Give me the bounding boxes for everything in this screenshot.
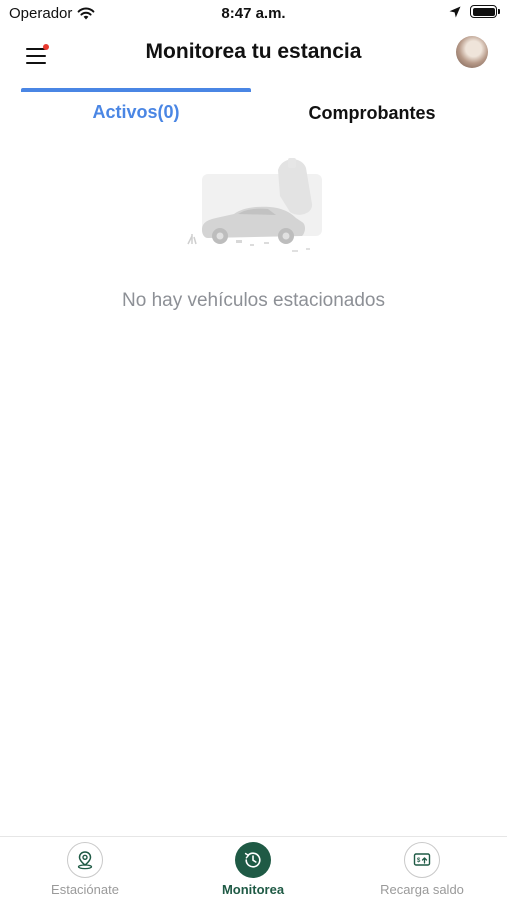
tab-activos[interactable]: Activos(0) — [21, 88, 251, 134]
profile-avatar[interactable] — [456, 36, 488, 68]
status-bar: Operador 8:47 a.m. — [0, 0, 507, 28]
nav-label-estacionate: Estaciónate — [51, 882, 119, 897]
nav-item-estacionate[interactable]: Estaciónate — [35, 837, 135, 900]
status-indicators — [449, 5, 500, 18]
tab-bar: Activos(0) Comprobantes — [0, 88, 507, 134]
nav-label-recarga-saldo: Recarga saldo — [380, 882, 464, 897]
battery-icon — [470, 5, 500, 18]
tab-comprobantes[interactable]: Comprobantes — [262, 88, 482, 134]
location-arrow-icon — [449, 6, 461, 17]
page-title: Monitorea tu estancia — [145, 40, 362, 63]
empty-state-message: No hay vehículos estacionados — [122, 290, 385, 311]
empty-parking-illustration — [187, 158, 322, 252]
bottom-navigation: Estaciónate Monitorea $ Recarga saldo — [0, 836, 507, 900]
app-header: Monitorea tu estancia — [0, 28, 507, 80]
nav-item-recarga-saldo[interactable]: $ Recarga saldo — [367, 837, 477, 900]
recharge-icon: $ — [404, 842, 440, 878]
nav-item-monitorea[interactable]: Monitorea — [203, 837, 303, 900]
clock-history-icon — [235, 842, 271, 878]
status-time: 8:47 a.m. — [221, 5, 286, 22]
location-pin-icon — [67, 842, 103, 878]
svg-text:$: $ — [417, 858, 421, 864]
nav-label-monitorea: Monitorea — [221, 882, 285, 897]
